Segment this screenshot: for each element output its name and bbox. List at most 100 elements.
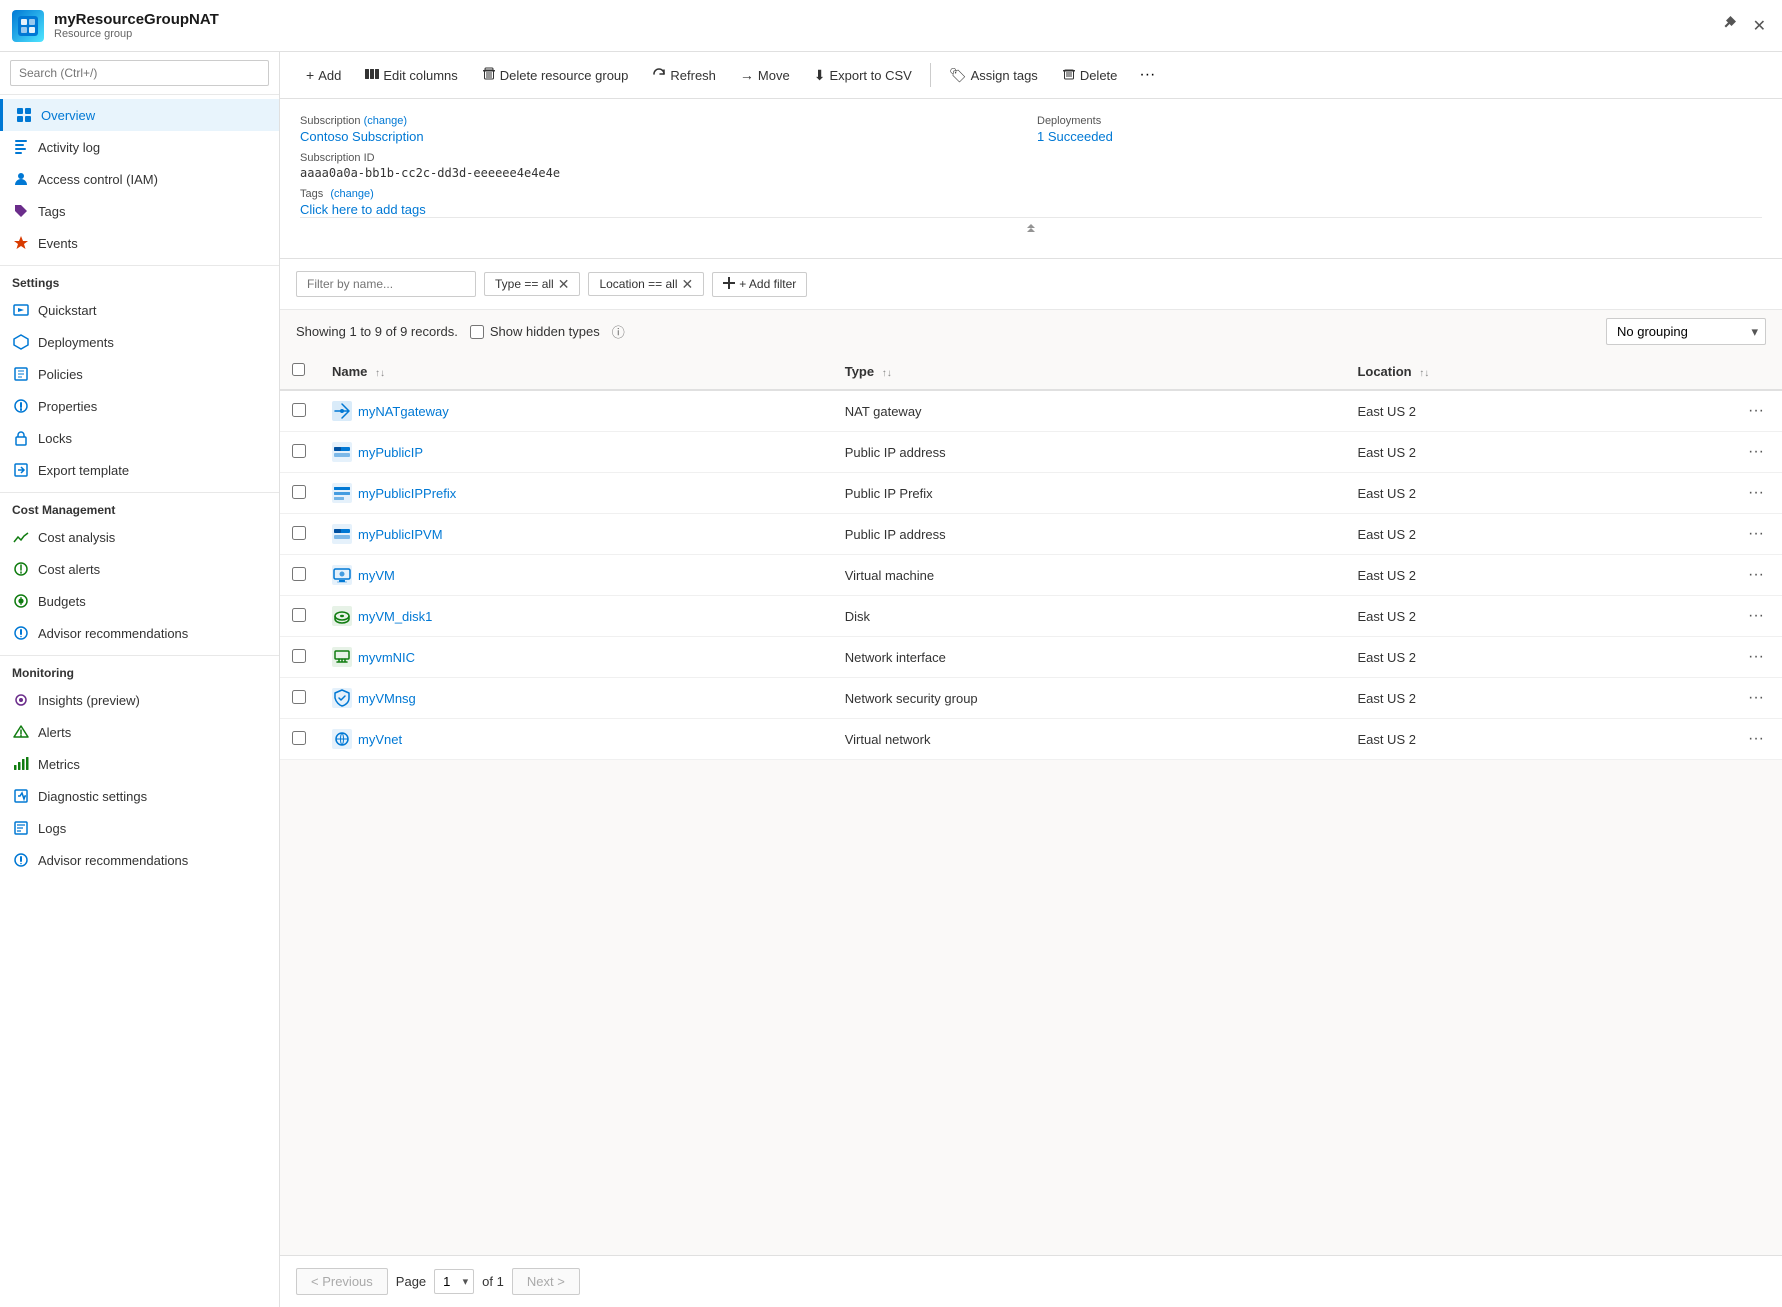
tags-add-link[interactable]: Click here to add tags bbox=[300, 202, 426, 217]
resource-name-text: myVnet bbox=[358, 732, 402, 747]
pin-button[interactable] bbox=[1717, 11, 1741, 40]
row-checkbox-6[interactable] bbox=[292, 649, 306, 663]
row-type-cell: Network security group bbox=[833, 678, 1346, 719]
row-checkbox-5[interactable] bbox=[292, 608, 306, 622]
sidebar-item-diagnostic-settings[interactable]: Diagnostic settings bbox=[0, 780, 279, 812]
resource-name-link-8[interactable]: myVnet bbox=[332, 729, 821, 749]
more-options-button[interactable]: ··· bbox=[1131, 60, 1163, 90]
resource-name-link-3[interactable]: myPublicIPVM bbox=[332, 524, 821, 544]
close-button[interactable]: ✕ bbox=[1749, 11, 1770, 40]
grouping-dropdown-wrapper: No grouping bbox=[1606, 318, 1766, 345]
show-hidden-help-icon: ⓘ bbox=[612, 322, 625, 341]
row-checkbox-cell bbox=[280, 637, 320, 678]
resource-name-link-5[interactable]: myVM_disk1 bbox=[332, 606, 821, 626]
next-page-button[interactable]: Next > bbox=[512, 1268, 580, 1295]
row-more-button-8[interactable]: ··· bbox=[1742, 728, 1770, 750]
sidebar-item-cost-analysis[interactable]: Cost analysis bbox=[0, 521, 279, 553]
row-checkbox-8[interactable] bbox=[292, 731, 306, 745]
sidebar-item-policies[interactable]: Policies bbox=[0, 358, 279, 390]
table-row: myPublicIPVM Public IP address East US 2… bbox=[280, 514, 1782, 555]
properties-icon bbox=[12, 397, 30, 415]
advisor-monitoring-icon bbox=[12, 851, 30, 869]
row-type-cell: NAT gateway bbox=[833, 390, 1346, 432]
sidebar-item-overview[interactable]: Overview bbox=[0, 99, 279, 131]
sidebar-item-access-control[interactable]: Access control (IAM) bbox=[0, 163, 279, 195]
insights-label: Insights (preview) bbox=[38, 693, 140, 708]
show-hidden-types-label[interactable]: Show hidden types bbox=[470, 324, 600, 339]
type-filter-remove-btn[interactable]: ✕ bbox=[558, 277, 570, 291]
row-more-button-5[interactable]: ··· bbox=[1742, 605, 1770, 627]
delete-button[interactable]: Delete bbox=[1052, 61, 1128, 90]
row-more-button-1[interactable]: ··· bbox=[1742, 441, 1770, 463]
row-checkbox-1[interactable] bbox=[292, 444, 306, 458]
row-more-button-2[interactable]: ··· bbox=[1742, 482, 1770, 504]
add-button[interactable]: + Add bbox=[296, 61, 351, 89]
row-name-cell: myVM_disk1 bbox=[320, 596, 833, 637]
sidebar-item-budgets[interactable]: Budgets bbox=[0, 585, 279, 617]
sidebar-item-quickstart[interactable]: Quickstart bbox=[0, 294, 279, 326]
header-type[interactable]: Type ↑↓ bbox=[833, 353, 1346, 390]
subscription-name-link[interactable]: Contoso Subscription bbox=[300, 129, 424, 144]
sidebar-item-properties[interactable]: Properties bbox=[0, 390, 279, 422]
sidebar-item-activity-log[interactable]: Activity log bbox=[0, 131, 279, 163]
row-checkbox-3[interactable] bbox=[292, 526, 306, 540]
page-select-dropdown[interactable]: 1 bbox=[434, 1269, 474, 1294]
location-filter-remove-btn[interactable]: ✕ bbox=[682, 277, 694, 291]
row-checkbox-2[interactable] bbox=[292, 485, 306, 499]
row-checkbox-7[interactable] bbox=[292, 690, 306, 704]
row-more-button-3[interactable]: ··· bbox=[1742, 523, 1770, 545]
activity-log-label: Activity log bbox=[38, 140, 100, 155]
tags-change-link[interactable]: (change) bbox=[330, 188, 373, 200]
sidebar-item-locks[interactable]: Locks bbox=[0, 422, 279, 454]
delete-rg-button[interactable]: Delete resource group bbox=[472, 61, 639, 90]
resource-name-link-2[interactable]: myPublicIPPrefix bbox=[332, 483, 821, 503]
resource-name-link-6[interactable]: myvmNIC bbox=[332, 647, 821, 667]
row-checkbox-0[interactable] bbox=[292, 403, 306, 417]
row-checkbox-4[interactable] bbox=[292, 567, 306, 581]
records-bar: Showing 1 to 9 of 9 records. Show hidden… bbox=[280, 310, 1782, 353]
sidebar-item-logs[interactable]: Logs bbox=[0, 812, 279, 844]
sidebar-item-events[interactable]: Events bbox=[0, 227, 279, 259]
resource-name-link-1[interactable]: myPublicIP bbox=[332, 442, 821, 462]
row-more-button-0[interactable]: ··· bbox=[1742, 400, 1770, 422]
row-more-cell: ··· bbox=[1730, 432, 1782, 473]
select-all-checkbox[interactable] bbox=[292, 363, 305, 376]
edit-columns-button[interactable]: Edit columns bbox=[355, 61, 467, 90]
row-more-cell: ··· bbox=[1730, 637, 1782, 678]
advisor-recs-label: Advisor recommendations bbox=[38, 626, 188, 641]
sidebar-item-export-template[interactable]: Export template bbox=[0, 454, 279, 486]
resource-name-link-0[interactable]: myNATgateway bbox=[332, 401, 821, 421]
sidebar-item-insights[interactable]: Insights (preview) bbox=[0, 684, 279, 716]
sidebar-item-metrics[interactable]: Metrics bbox=[0, 748, 279, 780]
name-sort-icon: ↑↓ bbox=[375, 368, 385, 379]
sidebar-item-alerts[interactable]: Alerts bbox=[0, 716, 279, 748]
row-more-button-7[interactable]: ··· bbox=[1742, 687, 1770, 709]
export-csv-button[interactable]: ⬇ Export to CSV bbox=[804, 61, 922, 90]
sidebar-item-cost-alerts[interactable]: Cost alerts bbox=[0, 553, 279, 585]
row-checkbox-cell bbox=[280, 555, 320, 596]
sidebar-item-tags[interactable]: Tags bbox=[0, 195, 279, 227]
resource-name-link-7[interactable]: myVMnsg bbox=[332, 688, 821, 708]
sidebar-item-deployments[interactable]: Deployments bbox=[0, 326, 279, 358]
subscription-change-link[interactable]: (change) bbox=[364, 115, 407, 127]
row-location-cell: East US 2 bbox=[1345, 719, 1730, 760]
resource-info-collapse-btn[interactable] bbox=[300, 217, 1762, 242]
sidebar-item-advisor-monitoring[interactable]: Advisor recommendations bbox=[0, 844, 279, 876]
header-location[interactable]: Location ↑↓ bbox=[1345, 353, 1730, 390]
assign-tags-button[interactable]: 🏷 Assign tags bbox=[939, 61, 1048, 90]
sidebar-item-advisor-recs[interactable]: Advisor recommendations bbox=[0, 617, 279, 649]
row-more-button-6[interactable]: ··· bbox=[1742, 646, 1770, 668]
filter-by-name-input[interactable] bbox=[296, 271, 476, 297]
deployments-success-link[interactable]: 1 Succeeded bbox=[1037, 129, 1113, 144]
budgets-icon bbox=[12, 592, 30, 610]
header-name[interactable]: Name ↑↓ bbox=[320, 353, 833, 390]
resource-name-link-4[interactable]: myVM bbox=[332, 565, 821, 585]
refresh-button[interactable]: Refresh bbox=[642, 61, 726, 90]
show-hidden-types-checkbox[interactable] bbox=[470, 325, 484, 339]
previous-page-button[interactable]: < Previous bbox=[296, 1268, 388, 1295]
row-more-button-4[interactable]: ··· bbox=[1742, 564, 1770, 586]
search-input[interactable] bbox=[10, 60, 269, 86]
grouping-dropdown[interactable]: No grouping bbox=[1606, 318, 1766, 345]
add-filter-button[interactable]: + Add filter bbox=[712, 272, 807, 297]
move-button[interactable]: → Move bbox=[730, 61, 800, 89]
